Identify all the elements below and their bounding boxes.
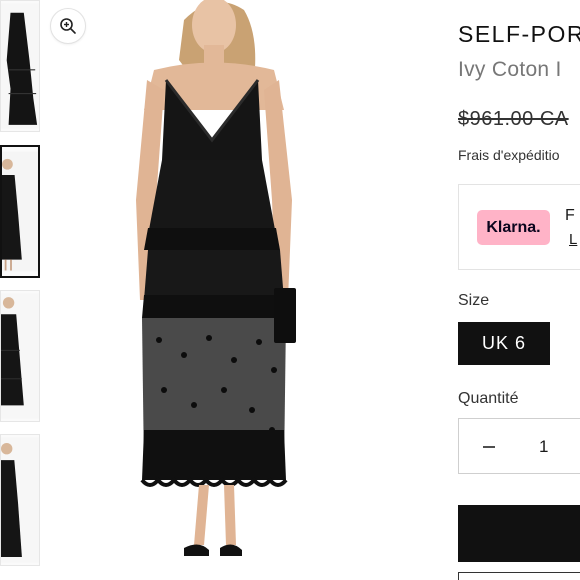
- product-title: Ivy Coton I: [458, 58, 562, 81]
- size-option-selected[interactable]: UK 6: [458, 322, 550, 365]
- zoom-button[interactable]: [50, 8, 86, 44]
- add-to-cart-button[interactable]: [458, 505, 580, 562]
- dress-thumbnail-image: [2, 151, 38, 272]
- shipping-note: Frais d'expéditio: [458, 147, 560, 163]
- quantity-label: Quantité: [458, 390, 519, 407]
- dress-model-image: [44, 0, 444, 580]
- product-price: $961.00 CA: [458, 108, 569, 130]
- thumbnail-3[interactable]: [0, 290, 40, 422]
- product-info-panel: SELF-POR Ivy Coton I $961.00 CA Frais d'…: [458, 0, 580, 580]
- klarna-payment-box: Klarna. F L: [458, 184, 580, 270]
- dress-thumbnail-image: [1, 437, 39, 563]
- secondary-buy-button[interactable]: [458, 572, 580, 580]
- klarna-logo: Klarna.: [477, 210, 550, 245]
- klarna-message: F: [565, 207, 575, 224]
- zoom-in-icon: [60, 18, 76, 34]
- dress-thumbnail-image: [1, 3, 39, 129]
- dress-thumbnail-image: [1, 293, 39, 419]
- minus-icon: [483, 446, 495, 448]
- thumbnail-1[interactable]: [0, 0, 40, 132]
- size-label: Size: [458, 292, 490, 309]
- quantity-value[interactable]: 1: [539, 437, 548, 457]
- thumbnail-2[interactable]: [0, 145, 40, 278]
- klarna-learn-more-link[interactable]: L: [569, 231, 577, 248]
- main-product-image[interactable]: [44, 0, 444, 580]
- thumbnail-4[interactable]: [0, 434, 40, 566]
- quantity-stepper: 1: [458, 418, 580, 474]
- quantity-decrease-button[interactable]: [479, 437, 499, 457]
- product-brand: SELF-POR: [458, 21, 580, 47]
